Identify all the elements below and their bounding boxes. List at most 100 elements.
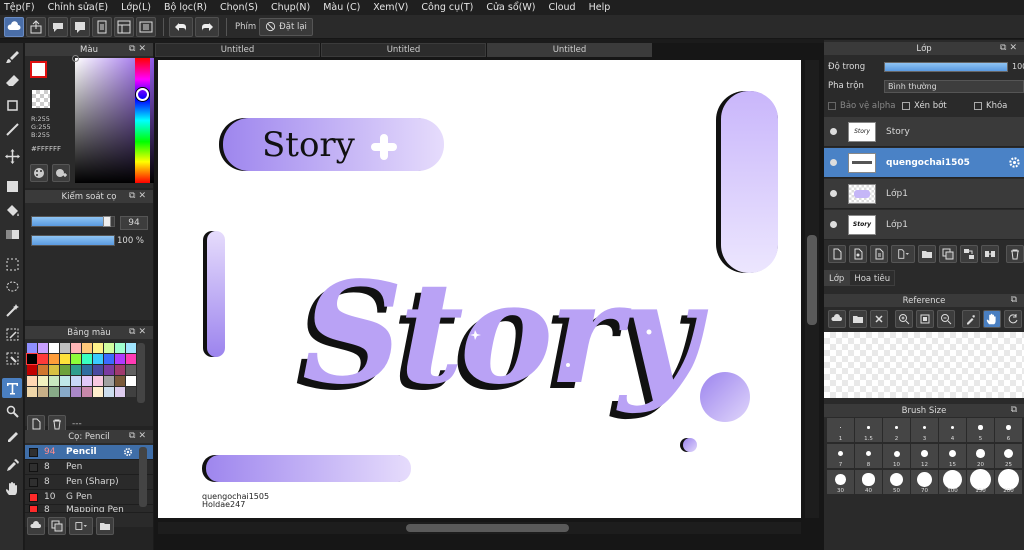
tab-untitled-1[interactable]: Untitled xyxy=(155,43,320,57)
blend-mode-select[interactable]: Bình thường xyxy=(884,80,1024,93)
brush-size-option[interactable]: 20 xyxy=(967,444,994,468)
palette-swatch[interactable] xyxy=(27,343,37,353)
clipping-checkbox[interactable]: Xén bớt xyxy=(902,101,947,111)
brush-size-option[interactable]: 5 xyxy=(967,418,994,442)
palette-swatch[interactable] xyxy=(26,353,38,365)
tab-layer[interactable]: Lớp xyxy=(824,270,850,286)
brush-size-option[interactable]: 8 xyxy=(855,444,882,468)
transparent-color-swatch[interactable] xyxy=(32,90,50,108)
palette-swatch[interactable] xyxy=(71,387,81,397)
brush-item-g-pen[interactable]: 10 G Pen xyxy=(25,490,153,505)
brush-size-option[interactable]: 50 xyxy=(883,470,910,494)
blur-tool[interactable] xyxy=(2,425,22,445)
palette-swatch[interactable] xyxy=(49,376,59,386)
panel-window-buttons[interactable]: ⧉✕ xyxy=(129,44,149,54)
select-pen-tool[interactable] xyxy=(2,324,22,344)
palette-swatch[interactable] xyxy=(126,376,136,386)
layer-row[interactable]: Story Lớp1 xyxy=(824,210,1024,240)
reset-button[interactable]: Đặt lại xyxy=(259,17,313,36)
brush-size-option[interactable]: 15 xyxy=(939,444,966,468)
delete-layer-button[interactable] xyxy=(1006,245,1024,263)
brush-item-mapping-pen[interactable]: 8 Mapping Pen xyxy=(25,505,153,513)
palette-swatch[interactable] xyxy=(49,365,59,375)
palette-swatch[interactable] xyxy=(126,354,136,364)
palette-swatch[interactable] xyxy=(115,376,125,386)
menu-window[interactable]: Cửa sổ(W) xyxy=(486,2,535,13)
color-wheel-button[interactable] xyxy=(30,164,48,182)
panel-window-buttons[interactable]: ⧉ xyxy=(1011,405,1020,415)
reference-image-view[interactable] xyxy=(824,332,1024,398)
menu-tools[interactable]: Công cụ(T) xyxy=(421,2,473,13)
ref-rotate-button[interactable] xyxy=(1004,310,1022,328)
brush-item-pen-sharp[interactable]: 8 Pen (Sharp) xyxy=(25,475,153,490)
share-button[interactable] xyxy=(26,16,46,37)
canvas-vertical-scrollbar[interactable] xyxy=(805,60,819,518)
drawing-canvas[interactable]: Story Story Story quengochai1505 Holdae2… xyxy=(158,60,801,518)
menu-view[interactable]: Xem(V) xyxy=(373,2,408,13)
brush-copy-button[interactable] xyxy=(48,517,66,535)
layer-row-selected[interactable]: quengochai1505 xyxy=(824,148,1024,178)
palette-swatch[interactable] xyxy=(38,354,48,364)
palette-swatch[interactable] xyxy=(60,343,70,353)
tab-untitled-3[interactable]: Untitled xyxy=(487,43,652,57)
panel-window-buttons[interactable]: ⧉✕ xyxy=(129,431,149,441)
palette-swatch[interactable] xyxy=(71,376,81,386)
brush-size-value[interactable]: 94 xyxy=(120,216,148,230)
palette-swatch[interactable] xyxy=(115,354,125,364)
menu-layer[interactable]: Lớp(L) xyxy=(121,2,151,13)
color-history-button[interactable] xyxy=(52,164,70,182)
layer-opacity-slider[interactable] xyxy=(884,62,1008,72)
palette-swatch[interactable] xyxy=(38,365,48,375)
palette-swatch[interactable] xyxy=(104,365,114,375)
brush-size-option[interactable]: 4 xyxy=(939,418,966,442)
palette-swatch[interactable] xyxy=(38,343,48,353)
palette-swatch[interactable] xyxy=(27,365,37,375)
palette-swatch[interactable] xyxy=(126,387,136,397)
vertical-scroll-thumb[interactable] xyxy=(807,235,817,325)
brush-size-option[interactable]: 25 xyxy=(995,444,1022,468)
comment-button[interactable] xyxy=(48,16,68,37)
brush-size-option[interactable]: 200 xyxy=(995,469,1022,494)
message-button[interactable] xyxy=(70,16,90,37)
hue-slider[interactable] xyxy=(135,58,150,183)
panel-window-buttons[interactable]: ⧉✕ xyxy=(129,327,149,337)
brush-size-option[interactable]: 70 xyxy=(911,470,938,494)
palette-swatch[interactable] xyxy=(126,343,136,353)
palette-swatch[interactable] xyxy=(104,354,114,364)
brush-size-option[interactable]: 12 xyxy=(911,444,938,468)
cloud-button[interactable] xyxy=(4,16,24,37)
brush-size-option[interactable]: 6 xyxy=(995,418,1022,442)
panel-button[interactable] xyxy=(136,16,156,37)
horizontal-scroll-thumb[interactable] xyxy=(406,524,569,532)
palette-swatch[interactable] xyxy=(126,365,136,375)
palette-swatch[interactable] xyxy=(82,376,92,386)
brush-size-option[interactable]: 1.5 xyxy=(855,418,882,442)
panel-window-buttons[interactable]: ⧉✕ xyxy=(1000,43,1020,53)
brush-size-option[interactable]: 40 xyxy=(855,470,882,494)
visibility-eye-icon[interactable] xyxy=(830,159,837,166)
layout-button[interactable] xyxy=(114,16,134,37)
menu-cloud[interactable]: Cloud xyxy=(548,2,575,13)
ref-eyedropper-button[interactable] xyxy=(962,310,980,328)
redo-button[interactable] xyxy=(195,16,219,37)
menu-edit[interactable]: Chỉnh sửa(E) xyxy=(48,2,109,13)
brush-size-option[interactable]: 100 xyxy=(939,470,966,494)
bucket-tool[interactable] xyxy=(2,200,22,220)
palette-swatch[interactable] xyxy=(38,387,48,397)
palette-swatch[interactable] xyxy=(38,376,48,386)
move-tool[interactable] xyxy=(2,146,22,166)
brush-item-pencil[interactable]: 94 Pencil xyxy=(25,445,153,460)
palette-swatch[interactable] xyxy=(115,387,125,397)
protect-alpha-checkbox[interactable]: Bảo vệ alpha xyxy=(828,101,895,111)
brush-size-option[interactable]: 3 xyxy=(911,418,938,442)
palette-swatch[interactable] xyxy=(60,387,70,397)
visibility-eye-icon[interactable] xyxy=(830,128,837,135)
new-halftone-layer-button[interactable] xyxy=(849,245,867,263)
palette-swatch[interactable] xyxy=(82,387,92,397)
lasso-tool[interactable] xyxy=(2,277,22,297)
layer-row[interactable]: Story Story xyxy=(824,117,1024,147)
brush-add-menu-button[interactable] xyxy=(69,517,93,535)
hue-slider-handle[interactable] xyxy=(136,88,149,101)
brush-size-option[interactable]: 150 xyxy=(967,469,994,494)
palette-swatch[interactable] xyxy=(60,354,70,364)
